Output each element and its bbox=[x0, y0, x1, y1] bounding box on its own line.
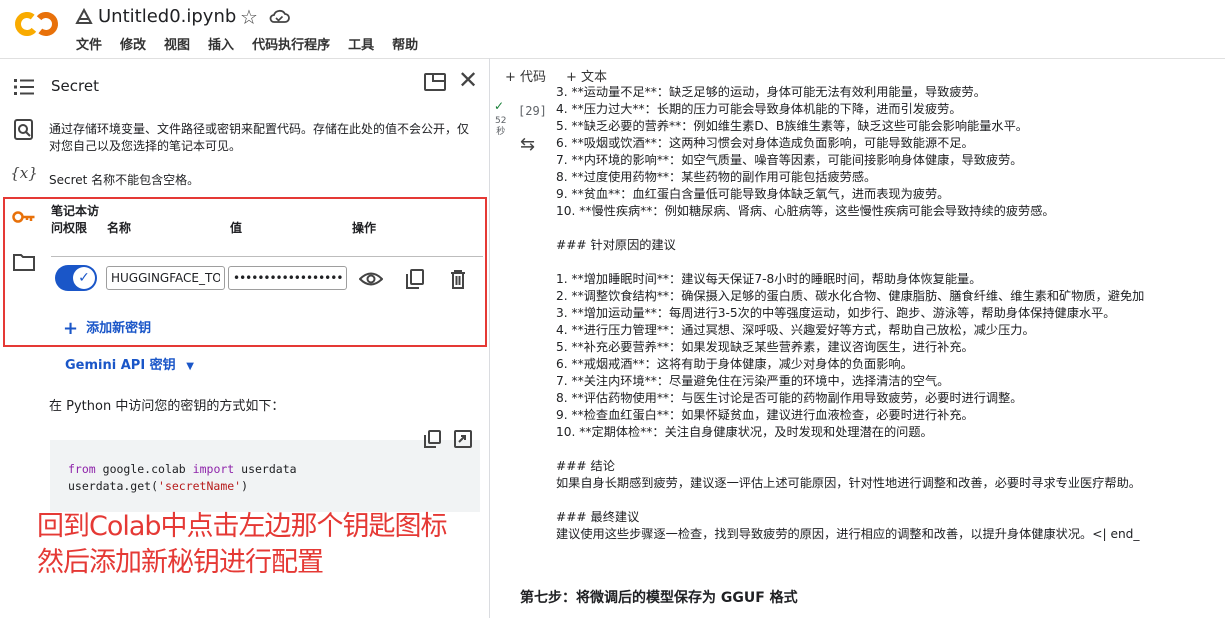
close-icon[interactable]: ✕ bbox=[458, 68, 478, 92]
gemini-api-key-dropdown[interactable]: Gemini API 密钥 ▼ bbox=[65, 354, 194, 373]
output-line: 建议使用这些步骤逐一检查，找到导致疲劳的原因，进行相应的调整和改善，以提升身体健… bbox=[556, 527, 1140, 541]
toc-icon[interactable] bbox=[12, 75, 36, 99]
code-keyword-import: import bbox=[192, 462, 235, 476]
code-line-1: from google.colab import userdata bbox=[68, 461, 297, 478]
secrets-name-rule: Secret 名称不能包含空格。 bbox=[49, 173, 200, 187]
caret-down-icon: ▼ bbox=[186, 361, 194, 372]
search-code-icon[interactable] bbox=[12, 118, 36, 142]
variables-icon[interactable]: {x} bbox=[10, 161, 38, 185]
code-call: userdata.get( bbox=[68, 479, 159, 493]
run-success-check-icon: ✓ bbox=[494, 99, 505, 113]
annotation-line-1: 回到Colab中点击左边那个钥匙图标 bbox=[37, 511, 448, 542]
menu-runtime[interactable]: 代码执行程序 bbox=[252, 34, 330, 53]
output-line: 9. **贫血**：血红蛋白含量低可能导致身体缺乏氧气，进而表现为疲劳。 bbox=[556, 187, 950, 201]
code-module: google.colab bbox=[102, 462, 186, 476]
output-line: 1. **增加睡眠时间**：建议每天保证7-8小时的睡眠时间，帮助身体恢复能量。 bbox=[556, 272, 982, 286]
header-divider bbox=[51, 256, 483, 257]
add-secret-label: 添加新密钥 bbox=[86, 321, 152, 336]
code-text: from google.colab import userdata userda… bbox=[68, 461, 297, 495]
output-line: 6. **戒烟戒酒**：这将有助于身体健康，减少对身体的负面影响。 bbox=[556, 357, 913, 371]
output-line: 2. **调整饮食结构**：确保摄入足够的蛋白质、碳水化合物、健康脂肪、膳食纤维… bbox=[556, 289, 1145, 303]
colab-logo bbox=[15, 11, 58, 36]
python-access-text: 在 Python 中访问您的密钥的方式如下： bbox=[49, 399, 285, 414]
panel-divider[interactable] bbox=[489, 58, 490, 618]
code-keyword-from: from bbox=[68, 462, 96, 476]
output-line: 8. **过度使用药物**：某些药物的副作用可能包括疲劳感。 bbox=[556, 170, 877, 184]
output-line: 9. **检查血红蛋白**：如果怀疑贫血，建议进行血液检查，必要时进行补充。 bbox=[556, 408, 974, 422]
secrets-description: 通过存储环境变量、文件路径或密钥来配置代码。存储在此处的值不会公开，仅对您自己以… bbox=[49, 122, 470, 153]
output-line: ### 结论 bbox=[556, 459, 615, 473]
code-import-name: userdata bbox=[241, 462, 297, 476]
code-string: 'secretName' bbox=[158, 479, 242, 493]
menu-bar: 文件 修改 视图 插入 代码执行程序 工具 帮助 bbox=[76, 34, 436, 53]
add-secret-button[interactable]: + 添加新密钥 bbox=[63, 317, 151, 339]
cloud-saved-icon bbox=[269, 9, 290, 23]
output-line: 7. **内环境的影响**：如空气质量、噪音等因素，可能间接影响身体健康，导致疲… bbox=[556, 153, 1023, 167]
menu-view[interactable]: 视图 bbox=[164, 34, 190, 53]
show-value-eye-icon[interactable] bbox=[359, 267, 383, 291]
step7-heading: 第七步：将微调后的模型保存为 GGUF 格式 bbox=[520, 590, 798, 606]
output-line: 8. **评估药物使用**：与医生讨论是否可能的药物副作用导致疲劳，必要时进行调… bbox=[556, 391, 1023, 405]
output-line: 5. **缺乏必要的营养**：例如维生素D、B族维生素等，缺乏这些可能会影响能量… bbox=[556, 119, 1028, 133]
cell-output: 3. **运动量不足**：缺乏足够的运动，身体可能无法有效利用能量，导致疲劳。 4… bbox=[556, 84, 1225, 543]
plus-icon: + bbox=[63, 318, 79, 339]
code-line-2: userdata.get('secretName') bbox=[68, 478, 297, 495]
output-line: ### 最终建议 bbox=[556, 510, 640, 524]
execution-count: [29] bbox=[518, 104, 547, 118]
output-line: 7. **关注内环境**：尽量避免住在污染严重的环境中，选择清洁的空气。 bbox=[556, 374, 950, 388]
panel-title: Secret bbox=[51, 77, 99, 95]
secret-value-input[interactable] bbox=[228, 266, 347, 290]
output-line: ### 针对原因的建议 bbox=[556, 238, 676, 252]
notebook-title[interactable]: Untitled0.ipynb bbox=[98, 6, 236, 27]
output-line: 4. **压力过大**：长期的压力可能会导致身体机能的下降，进而引发疲劳。 bbox=[556, 102, 962, 116]
add-text-cell-button[interactable]: + 文本 bbox=[566, 66, 607, 85]
header-value: 值 bbox=[230, 221, 243, 235]
notebook-access-toggle[interactable]: ✓ bbox=[55, 265, 97, 291]
header-divider bbox=[0, 58, 1225, 59]
output-line: 如果自身长期感到疲劳，建议逐一评估上述可能原因，针对性地进行调整和改善，必要时寻… bbox=[556, 476, 1141, 490]
output-line: 10. **定期体检**：关注自身健康状况，及时发现和处理潜在的问题。 bbox=[556, 425, 933, 439]
gemini-label: Gemini API 密钥 bbox=[65, 358, 176, 373]
output-line: 3. **增加运动量**：每周进行3-5次的中等强度运动，如步行、跑步、游泳等，… bbox=[556, 306, 1116, 320]
secrets-table-highlight: 笔记本访问权限 名称 值 操作 ✓ + 添加新密钥 bbox=[3, 197, 487, 347]
menu-file[interactable]: 文件 bbox=[76, 34, 102, 53]
check-icon: ✓ bbox=[73, 267, 95, 289]
header-notebook-access: 笔记本访问权限 bbox=[51, 204, 100, 235]
delete-icon[interactable] bbox=[446, 267, 470, 291]
output-line: 3. **运动量不足**：缺乏足够的运动，身体可能无法有效利用能量，导致疲劳。 bbox=[556, 85, 986, 99]
output-line: 6. **吸烟或饮酒**：这两种习惯会对身体造成负面影响，可能导致能源不足。 bbox=[556, 136, 974, 150]
add-code-cell-button[interactable]: + 代码 bbox=[505, 66, 546, 85]
copy-icon[interactable] bbox=[403, 267, 427, 291]
header-actions: 操作 bbox=[352, 221, 377, 235]
output-line: 5. **补充必要营养**：如果发现缺乏某些营养素，建议咨询医生，进行补充。 bbox=[556, 340, 974, 354]
menu-tools[interactable]: 工具 bbox=[348, 34, 374, 53]
drive-file-icon bbox=[75, 7, 93, 24]
open-in-tab-icon[interactable] bbox=[424, 73, 446, 91]
annotation-line-2: 然后添加新秘钥进行配置 bbox=[37, 547, 324, 578]
copy-code-icon[interactable] bbox=[424, 430, 442, 448]
run-duration: 52 秒 bbox=[495, 116, 507, 137]
menu-edit[interactable]: 修改 bbox=[120, 34, 146, 53]
code-paren: ) bbox=[241, 479, 249, 493]
output-line: 4. **进行压力管理**：通过冥想、深呼吸、兴趣爱好等方式，帮助自己放松，减少… bbox=[556, 323, 1035, 337]
star-icon[interactable]: ☆ bbox=[240, 5, 258, 29]
header-name: 名称 bbox=[107, 221, 132, 235]
menu-help[interactable]: 帮助 bbox=[392, 34, 418, 53]
menu-insert[interactable]: 插入 bbox=[208, 34, 234, 53]
insert-code-icon[interactable] bbox=[454, 430, 472, 448]
output-line: 10. **慢性疾病**：例如糖尿病、肾病、心脏病等，这些慢性疾病可能会导致持续… bbox=[556, 204, 1055, 218]
instruction-annotation: 回到Colab中点击左边那个钥匙图标 然后添加新秘钥进行配置 bbox=[37, 509, 448, 581]
output-actions-icon[interactable]: ⇆ bbox=[520, 134, 535, 155]
secret-name-input[interactable] bbox=[106, 266, 225, 290]
